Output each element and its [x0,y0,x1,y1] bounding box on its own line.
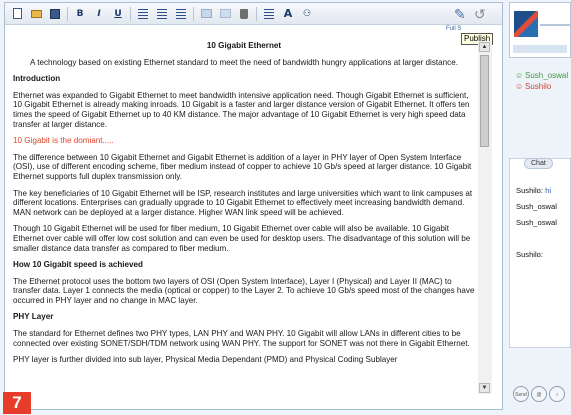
scroll-up-arrow-icon[interactable]: ▲ [479,42,490,52]
document-scrollbar[interactable]: ▲ ▼ [478,41,492,394]
user-name: Sush_oswal [525,71,569,80]
fullscreen-link[interactable]: Full S [446,26,461,32]
insert-image-icon[interactable] [198,6,214,22]
find-icon[interactable]: ⚇ [299,6,315,22]
at-icon[interactable]: @ [531,386,547,402]
user-item[interactable]: ☺ Sush_oswal [515,70,568,81]
bold-icon[interactable]: B [72,6,88,22]
user-name: Sushilo [525,82,552,91]
chat-message [516,231,557,247]
chat-message: Sush_oswal [516,199,557,215]
chat-actions: Send @ ○ [513,386,567,402]
undo-icon[interactable]: ↺ [474,6,490,22]
chat-user: Sushilo: [516,250,544,259]
tab-chat[interactable]: Chat [524,158,553,169]
online-users-list: ☺ Sush_oswal ☺ Sushilo [515,70,568,92]
logo-image [514,11,538,37]
document-title: 10 Gigabit Ethernet [206,41,282,50]
card-footer-bar [513,45,567,53]
divider [540,24,570,26]
user-item[interactable]: ☺ Sushilo [515,81,568,92]
chat-text: hi [545,186,552,195]
underline-icon[interactable]: U [110,6,126,22]
document-editor: B I U A ⚇ ✎ ↺ Full S Publish 10 Gigabit … [4,2,503,410]
chat-panel: Chat Sushilo: hi Sush_oswal Sush_oswal S… [509,158,571,348]
send-button[interactable]: Send [513,386,529,402]
paragraph: The standard for Ethernet defines two PH… [13,329,470,348]
document-subtitle: A technology based on existing Ethernet … [30,57,458,67]
insert-table-icon[interactable] [217,6,233,22]
chat-user: Sushilo: [516,186,544,195]
chat-message: Sushilo: [516,247,557,263]
save-icon[interactable] [47,6,63,22]
publish-controls: ✎ ↺ Full S Publish [446,6,494,45]
step-number-badge: 7 [3,392,31,414]
paragraph: Though 10 Gigabit Ethernet will be used … [13,224,471,253]
scroll-thumb[interactable] [480,55,489,147]
chat-messages: Sushilo: hi Sush_oswal Sush_oswal Sushil… [516,183,557,263]
document-content[interactable]: 10 Gigabit Ethernet A technology based o… [13,41,475,393]
section-heading: How 10 Gigabit speed is achieved [13,260,143,270]
section-heading-highlighted: 10 Gigabit is the domiant..... [13,136,114,146]
app-window: B I U A ⚇ ✎ ↺ Full S Publish 10 Gigabit … [0,0,571,415]
pencil-icon[interactable]: ✎ [454,6,470,22]
paragraph: PHY layer is further divided into sub la… [13,355,398,365]
paragraph: The key beneficiaries of 10 Gigabit Ethe… [13,188,473,217]
options-icon[interactable]: ○ [549,386,565,402]
document-info-card [509,2,571,58]
open-folder-icon[interactable] [28,6,44,22]
toolbar-divider [256,6,257,21]
paragraph: The Ethernet protocol uses the bottom tw… [13,276,475,305]
align-center-icon[interactable] [154,6,170,22]
collaboration-sidebar: ☺ Sush_oswal ☺ Sushilo Chat Sushilo: hi … [507,0,571,415]
align-right-icon[interactable] [173,6,189,22]
bullet-list-icon[interactable] [261,6,277,22]
toolbar-divider [193,6,194,21]
toolbar-divider [130,6,131,21]
scroll-down-arrow-icon[interactable]: ▼ [479,383,490,393]
delete-icon[interactable] [236,6,252,22]
section-heading: Introduction [13,74,61,84]
align-left-icon[interactable] [135,6,151,22]
chat-message: Sushilo: hi [516,183,557,199]
editor-toolbar: B I U A ⚇ [5,3,502,25]
paragraph: Ethernet was expanded to Gigabit Etherne… [13,90,470,129]
chat-user: Sush_oswal [516,218,557,227]
paragraph: The difference between 10 Gigabit Ethern… [13,152,472,181]
font-icon[interactable]: A [280,6,296,22]
user-icon: ☺ [515,81,524,91]
new-document-icon[interactable] [9,6,25,22]
chat-message: Sush_oswal [516,215,557,231]
section-heading: PHY Layer [13,312,54,322]
chat-user: Sush_oswal [516,202,557,211]
italic-icon[interactable]: I [91,6,107,22]
toolbar-divider [67,6,68,21]
user-icon: ☺ [515,70,524,80]
